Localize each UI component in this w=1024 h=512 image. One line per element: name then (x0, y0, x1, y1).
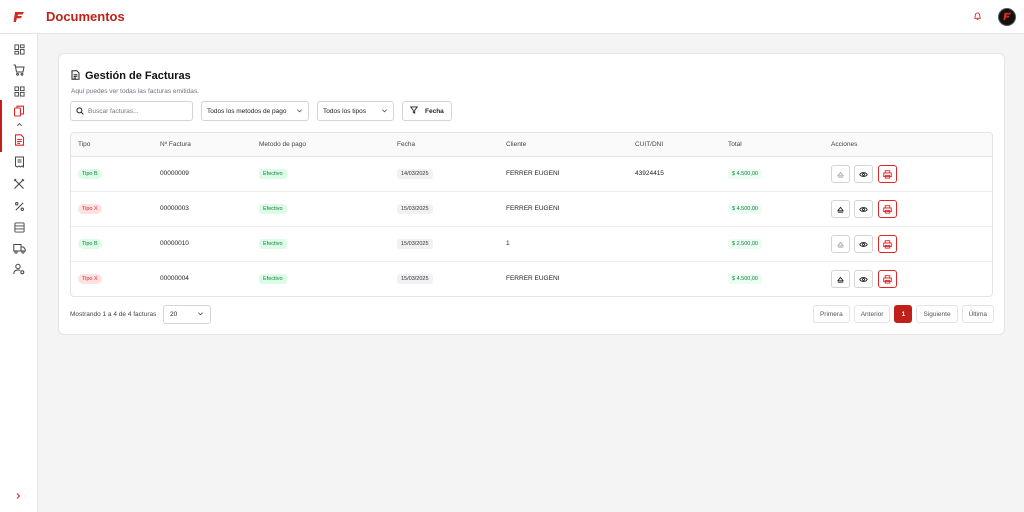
client-name: FERRER EUGENI (506, 170, 560, 177)
print-button[interactable] (878, 235, 897, 253)
chevron-down-icon (381, 107, 388, 116)
column-header: Cliente (506, 141, 527, 148)
search-input[interactable] (88, 107, 188, 115)
client-name: FERRER EUGENI (506, 205, 560, 212)
date-badge: 14/03/2025 (397, 169, 433, 179)
client-name: 1 (506, 240, 510, 247)
total-badge: $ 4.500,00 (728, 204, 762, 214)
client-name: FERRER EUGENI (506, 275, 560, 282)
view-button[interactable] (854, 270, 873, 288)
prev-page-button[interactable]: Anterior (853, 305, 891, 323)
view-button[interactable] (854, 235, 873, 253)
print-button[interactable] (878, 270, 897, 288)
filter-icon (409, 106, 419, 116)
date-filter-button[interactable]: Fecha (402, 101, 452, 121)
chevron-down-icon (296, 107, 303, 116)
page-subtitle: Aquí puedes ver todas las facturas emiti… (71, 88, 199, 95)
page-size-value: 20 (170, 311, 178, 318)
tools-icon[interactable] (11, 176, 27, 192)
column-header: Metodo de pago (259, 141, 306, 148)
date-filter-label: Fecha (425, 107, 444, 115)
chevron-right-icon[interactable] (11, 489, 25, 503)
bell-icon[interactable] (970, 10, 984, 24)
app-title: Documentos (46, 9, 125, 24)
column-header: Total (728, 141, 742, 148)
payment-badge: Efectivo (259, 169, 287, 179)
first-page-button[interactable]: Primera (812, 305, 850, 323)
cart-icon[interactable] (11, 62, 27, 78)
invoice-number: 00000004 (160, 275, 189, 282)
results-count: Mostrando 1 a 4 de 4 facturas (70, 311, 157, 318)
invoice-number: 00000003 (160, 205, 189, 212)
view-button[interactable] (854, 165, 873, 183)
receipt-icon[interactable] (11, 154, 27, 170)
payment-badge: Efectivo (259, 204, 287, 214)
column-header: Fecha (397, 141, 416, 148)
pagination: Primera Anterior 1 Siguiente Última (812, 305, 994, 323)
sidebar-active-indicator (0, 100, 2, 152)
type-badge: Tipo X (78, 274, 102, 284)
last-page-button[interactable]: Última (961, 305, 994, 323)
chevron-down-icon (197, 310, 204, 319)
send-button[interactable] (831, 235, 850, 253)
brand-logo-icon[interactable] (0, 0, 38, 34)
table-row[interactable]: Tipo X 00000004 Efectivo 15/03/2025 FERR… (71, 262, 992, 296)
next-page-button[interactable]: Siguiente (916, 305, 958, 323)
table-row[interactable]: Tipo B 00000009 Efectivo 14/03/2025 FERR… (71, 157, 992, 192)
type-badge: Tipo X (78, 204, 102, 214)
top-bar: Documentos (0, 0, 1024, 34)
table-footer: Mostrando 1 a 4 de 4 facturas 20 Primera… (70, 305, 994, 325)
total-badge: $ 4.500,00 (728, 274, 762, 284)
send-button[interactable] (831, 200, 850, 218)
invoices-table: Tipo Nº Factura Metodo de pago Fecha Cli… (70, 132, 993, 297)
date-badge: 15/03/2025 (397, 274, 433, 284)
invoices-card: Gestión de Facturas Aquí puedes ver toda… (58, 53, 1005, 335)
page-size-select[interactable]: 20 (163, 305, 211, 324)
print-button[interactable] (878, 165, 897, 183)
client-cuit: 43924415 (635, 170, 664, 177)
current-page-button[interactable]: 1 (894, 305, 913, 323)
list-icon[interactable] (11, 219, 27, 235)
column-header: Tipo (78, 141, 91, 148)
page-title: Gestión de Facturas (85, 70, 191, 82)
payment-method-select[interactable]: Todos los metodos de pago (201, 101, 309, 121)
column-header: Acciones (831, 141, 858, 148)
column-header: Nº Factura (160, 141, 191, 148)
print-button[interactable] (878, 200, 897, 218)
dashboard-icon[interactable] (11, 41, 27, 57)
document-icon (71, 67, 80, 85)
total-badge: $ 4.500,00 (728, 169, 762, 179)
column-header: CUIT/DNI (635, 141, 664, 148)
type-badge: Tipo B (78, 239, 102, 249)
sidebar (0, 34, 38, 512)
search-box[interactable] (70, 101, 193, 121)
invoice-number: 00000009 (160, 170, 189, 177)
payment-method-value: Todos los metodos de pago (207, 107, 287, 115)
type-value: Todos los tipos (323, 107, 366, 115)
avatar[interactable] (998, 7, 1016, 26)
user-settings-icon[interactable] (11, 261, 27, 277)
table-row[interactable]: Tipo B 00000010 Efectivo 15/03/2025 1 $ … (71, 227, 992, 262)
invoice-number: 00000010 (160, 240, 189, 247)
date-badge: 15/03/2025 (397, 239, 433, 249)
date-badge: 15/03/2025 (397, 204, 433, 214)
payment-badge: Efectivo (259, 274, 287, 284)
filter-toolbar: Todos los metodos de pago Todos los tipo… (70, 101, 452, 121)
total-badge: $ 2.500,00 (728, 239, 762, 249)
truck-icon[interactable] (11, 240, 27, 256)
view-button[interactable] (854, 200, 873, 218)
percent-icon[interactable] (11, 198, 27, 214)
type-badge: Tipo B (78, 169, 102, 179)
invoice-icon[interactable] (11, 132, 27, 148)
grid-icon[interactable] (11, 83, 27, 99)
send-button[interactable] (831, 270, 850, 288)
payment-badge: Efectivo (259, 239, 287, 249)
chevron-up-icon[interactable] (11, 116, 27, 132)
table-row[interactable]: Tipo X 00000003 Efectivo 15/03/2025 FERR… (71, 192, 992, 227)
type-select[interactable]: Todos los tipos (317, 101, 394, 121)
send-button[interactable] (831, 165, 850, 183)
search-icon (76, 102, 84, 120)
table-header: Tipo Nº Factura Metodo de pago Fecha Cli… (71, 133, 992, 157)
